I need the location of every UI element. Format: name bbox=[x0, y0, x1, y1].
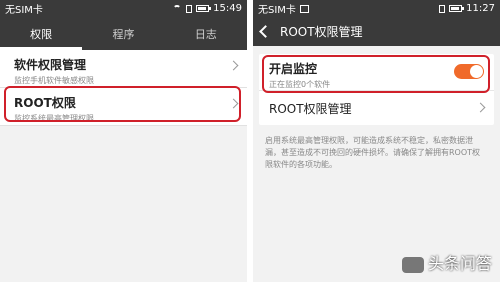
logo-icon bbox=[401, 256, 424, 273]
sim-icon bbox=[439, 4, 446, 13]
chevron-right-icon bbox=[475, 102, 486, 113]
highlight-frame bbox=[4, 86, 241, 122]
image-notification-icon bbox=[299, 4, 309, 13]
item-title: 软件权限管理 bbox=[14, 58, 87, 72]
back-arrow-icon[interactable] bbox=[259, 25, 272, 38]
tab-bar: 权限 程序 日志 bbox=[0, 17, 247, 50]
status-bar: 无SIM卡 15:49 bbox=[0, 0, 247, 17]
highlight-frame bbox=[262, 55, 490, 93]
title-bar: ROOT权限管理 bbox=[253, 17, 500, 46]
row-label: ROOT权限管理 bbox=[269, 101, 352, 116]
sim-icon bbox=[186, 4, 193, 13]
tab-programs[interactable]: 程序 bbox=[82, 17, 164, 50]
clock: 15:49 bbox=[213, 3, 242, 14]
carrier-label: 无SIM卡 bbox=[5, 5, 43, 16]
battery-icon bbox=[196, 5, 212, 12]
battery-icon bbox=[449, 5, 465, 12]
watermark: 头条问答 bbox=[401, 250, 492, 274]
page-title: ROOT权限管理 bbox=[280, 25, 363, 39]
wifi-icon bbox=[172, 4, 182, 13]
status-bar: 无SIM卡 11:27 bbox=[253, 0, 500, 17]
tab-logs[interactable]: 日志 bbox=[165, 17, 247, 50]
tab-permissions[interactable]: 权限 bbox=[0, 17, 82, 50]
left-screen: 无SIM卡 15:49 权限 程序 日志 软件权限管理 监控手机软件敏感权限 R… bbox=[0, 0, 247, 282]
root-management-row[interactable]: ROOT权限管理 bbox=[259, 91, 494, 125]
warning-description: 启用系统最高管理权限，可能造成系统不稳定，私密数据泄漏，甚至造成不可挽回的硬件损… bbox=[265, 136, 481, 169]
clock: 11:27 bbox=[466, 3, 495, 14]
list-item-app-permissions[interactable]: 软件权限管理 监控手机软件敏感权限 bbox=[0, 50, 247, 88]
carrier-label: 无SIM卡 bbox=[258, 5, 296, 16]
item-subtitle: 监控手机软件敏感权限 bbox=[14, 76, 94, 85]
right-screen: 无SIM卡 11:27 ROOT权限管理 开启监控 正在监控0个软件 ROOT权… bbox=[253, 0, 500, 282]
